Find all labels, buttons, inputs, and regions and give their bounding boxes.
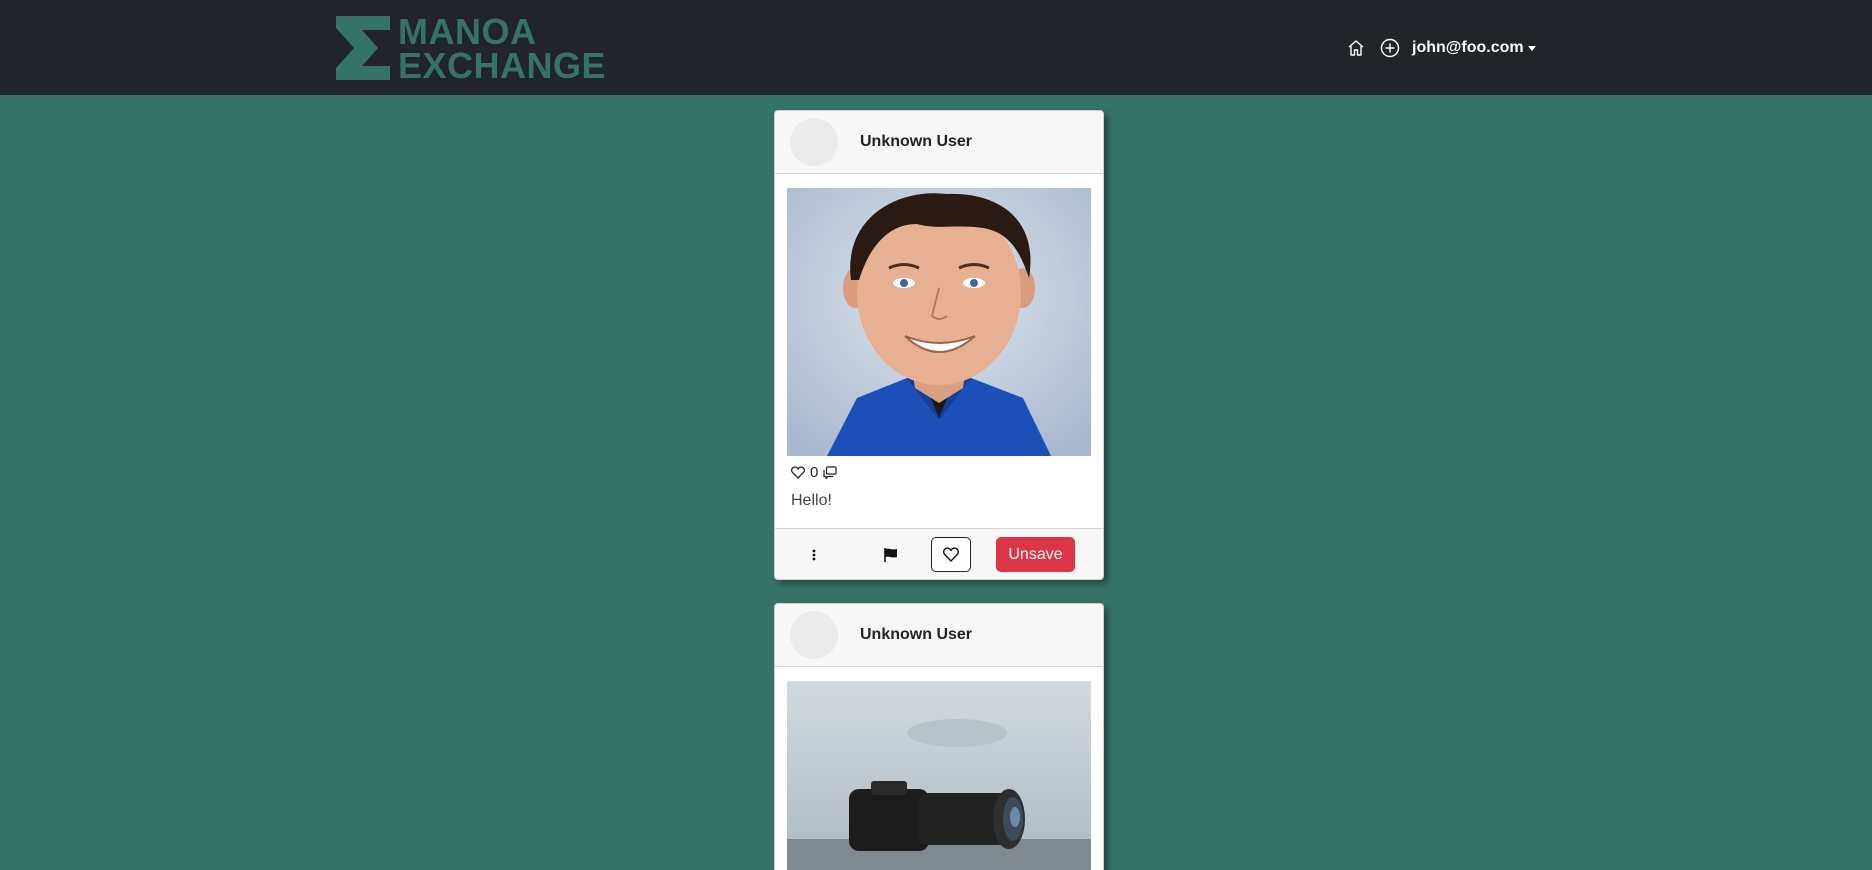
navbar: MANOA EXCHANGE john@foo.com xyxy=(0,0,1872,95)
post-header: Unknown User xyxy=(775,604,1103,667)
like-count: 0 xyxy=(810,464,819,481)
home-icon[interactable] xyxy=(1342,34,1370,62)
caret-down-icon xyxy=(1527,45,1536,51)
user-dropdown[interactable]: john@foo.com xyxy=(1412,39,1536,57)
post-username[interactable]: Unknown User xyxy=(860,133,972,151)
unsave-button[interactable]: Unsave xyxy=(996,537,1075,572)
heart-icon xyxy=(943,547,959,562)
post-stats: 0 xyxy=(791,464,837,481)
post-card: Unknown User xyxy=(774,603,1104,870)
avatar[interactable] xyxy=(790,118,838,166)
post-footer: Unsave xyxy=(775,528,1103,579)
post-image[interactable] xyxy=(787,681,1091,870)
post-username[interactable]: Unknown User xyxy=(860,626,972,644)
comments-icon[interactable] xyxy=(823,466,837,479)
post-header: Unknown User xyxy=(775,111,1103,174)
flag-icon[interactable] xyxy=(879,543,903,567)
plus-circle-icon[interactable] xyxy=(1376,34,1404,62)
like-button[interactable] xyxy=(931,537,971,572)
post-image[interactable] xyxy=(787,188,1091,456)
logo-text-line2: EXCHANGE xyxy=(398,45,607,86)
sigma-logo-icon xyxy=(336,16,390,80)
heart-icon[interactable] xyxy=(791,466,805,479)
manoa-exchange-logo[interactable]: MANOA EXCHANGE xyxy=(336,14,607,86)
avatar[interactable] xyxy=(790,611,838,659)
more-options-icon[interactable] xyxy=(805,545,823,565)
post-card: Unknown User xyxy=(774,110,1104,580)
user-email: john@foo.com xyxy=(1412,39,1524,56)
post-caption: Hello! xyxy=(791,492,832,509)
navbar-right: john@foo.com xyxy=(1342,34,1536,62)
